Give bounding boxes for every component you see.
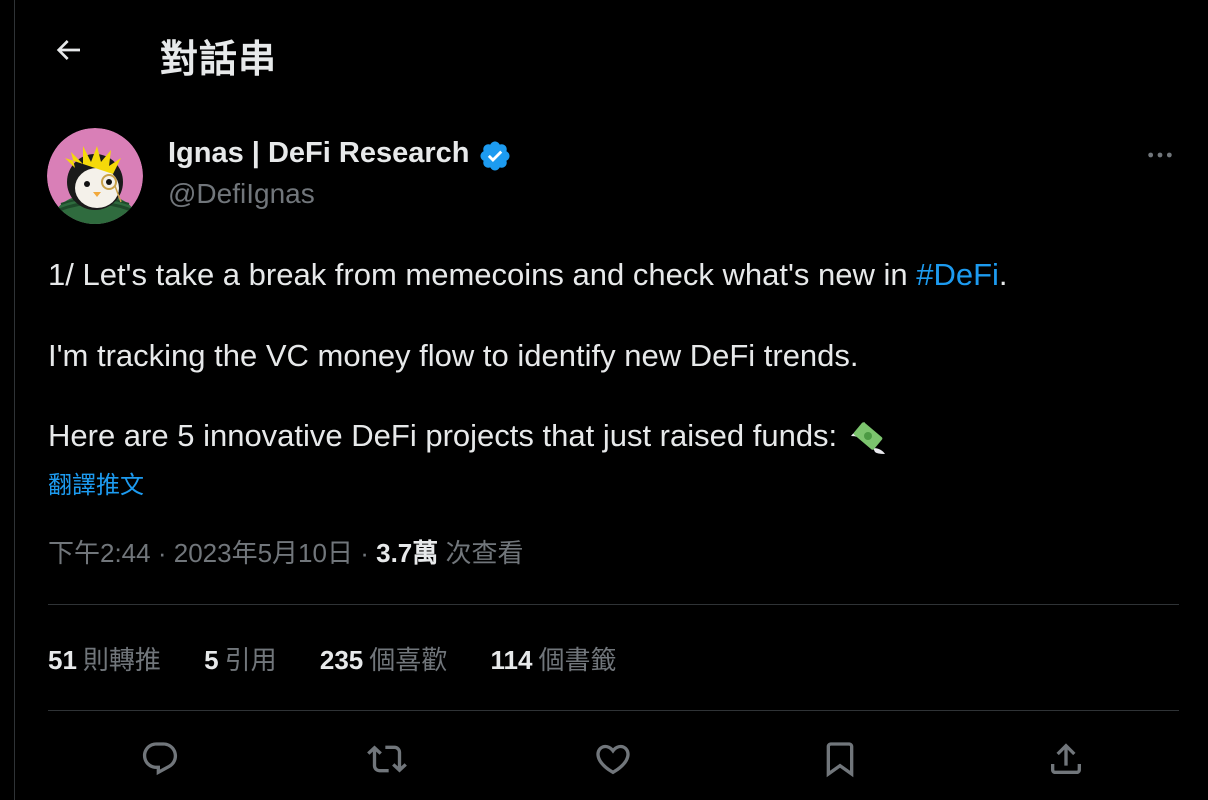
bookmark-icon xyxy=(826,742,854,778)
stat-quotes[interactable]: 5 引用 xyxy=(204,640,276,677)
tweet-text-line-2: I'm tracking the VC money flow to identi… xyxy=(48,338,859,373)
reply-button[interactable] xyxy=(137,736,183,782)
stat-retweets[interactable]: 51 則轉推 xyxy=(48,640,161,677)
meta-separator: · xyxy=(157,538,167,568)
like-button[interactable] xyxy=(590,736,636,782)
back-button[interactable] xyxy=(48,30,88,70)
page-title: 對話串 xyxy=(160,39,278,81)
more-dots-icon xyxy=(1148,152,1172,158)
verified-badge-icon xyxy=(480,141,510,171)
avatar[interactable] xyxy=(47,128,143,224)
left-border xyxy=(14,0,15,800)
meta-separator: · xyxy=(360,538,369,568)
author-handle[interactable]: @DefiIgnas xyxy=(168,178,315,210)
stat-likes[interactable]: 235 個喜歡 xyxy=(320,640,447,677)
tweet-time[interactable]: 下午2:44 xyxy=(48,538,151,568)
more-options-button[interactable] xyxy=(1140,135,1180,175)
divider xyxy=(48,710,1179,711)
author-name[interactable]: Ignas | DeFi Research xyxy=(168,137,469,170)
tweet-text-line-1: 1/ Let's take a break from memecoins and… xyxy=(48,257,1008,292)
bookmark-button[interactable] xyxy=(817,736,863,782)
tweet-text-line-3: Here are 5 innovative DeFi projects that… xyxy=(48,418,889,458)
translate-tweet-link[interactable]: 翻譯推文 xyxy=(48,465,144,500)
stat-bookmarks[interactable]: 114 個書籤 xyxy=(491,640,617,677)
share-icon xyxy=(1051,743,1081,774)
views-label: 次查看 xyxy=(445,538,524,568)
views-count: 3.7萬 xyxy=(376,538,439,568)
like-icon xyxy=(596,744,630,775)
top-bar: 對話串 xyxy=(0,0,1208,100)
reply-icon xyxy=(142,742,178,776)
retweet-icon xyxy=(367,745,407,773)
retweet-button[interactable] xyxy=(364,736,410,782)
hashtag-link[interactable]: #DeFi xyxy=(916,257,999,292)
engagement-stats: 51 則轉推 5 引用 235 個喜歡 114 個書籤 xyxy=(48,640,653,677)
money-with-wings-icon xyxy=(851,422,886,454)
tweet-meta: 下午2:44 · 2023年5月10日 · 3.7萬 次查看 xyxy=(48,533,524,570)
share-button[interactable] xyxy=(1043,736,1089,782)
tweet-date[interactable]: 2023年5月10日 xyxy=(174,538,353,568)
divider xyxy=(48,604,1179,605)
back-arrow-icon xyxy=(56,40,80,60)
